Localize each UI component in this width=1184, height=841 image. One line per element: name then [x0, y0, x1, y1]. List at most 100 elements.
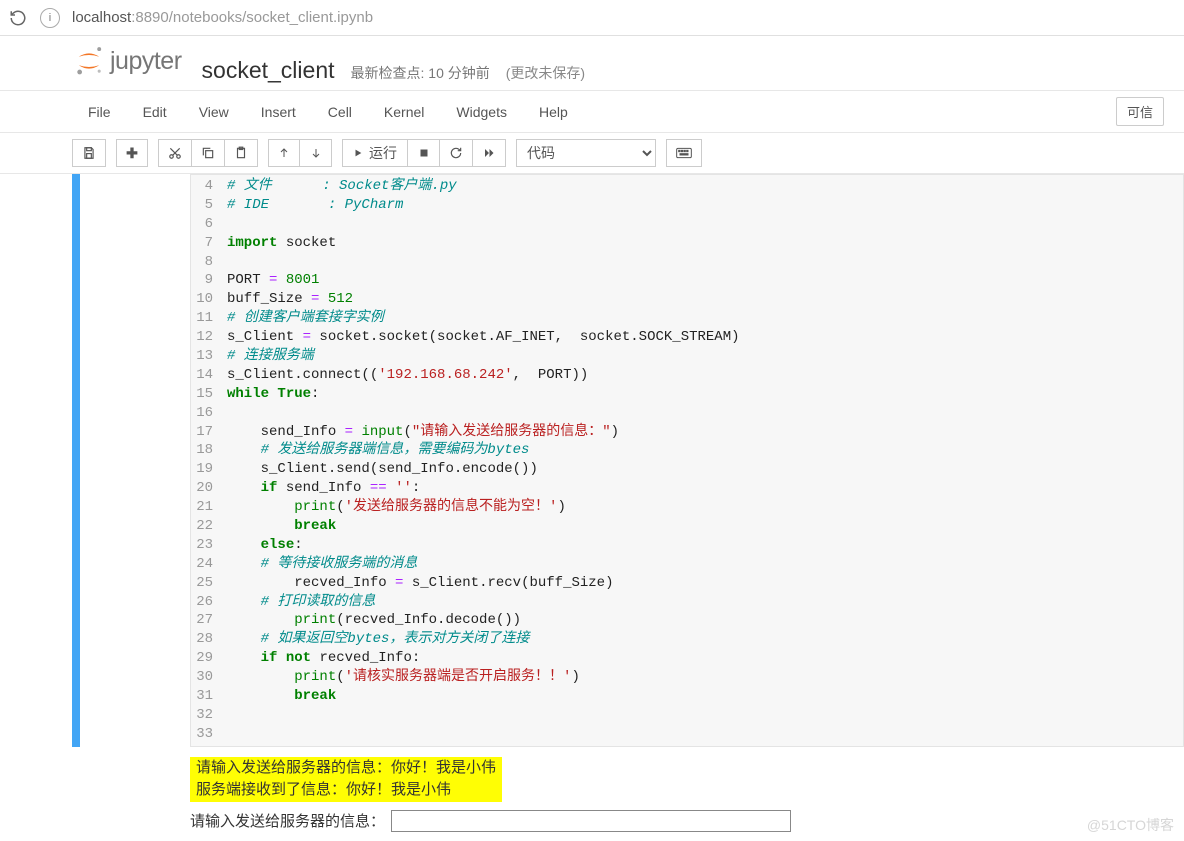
move-up-button[interactable]	[268, 139, 300, 167]
menu-cell[interactable]: Cell	[312, 98, 368, 126]
stdin-input[interactable]	[391, 810, 791, 832]
code-line[interactable]: 31 break	[191, 687, 1183, 706]
restart-run-all-button[interactable]	[473, 139, 506, 167]
stdin-prompt-row: 请输入发送给服务器的信息：	[190, 810, 1184, 832]
menu-bar: File Edit View Insert Cell Kernel Widget…	[0, 91, 1184, 133]
celltype-select[interactable]: 代码	[516, 139, 656, 167]
line-number: 20	[191, 479, 227, 498]
line-number: 16	[191, 404, 227, 423]
reload-icon[interactable]	[8, 8, 28, 28]
code-line[interactable]: 12s_Client = socket.socket(socket.AF_INE…	[191, 328, 1183, 347]
line-number: 24	[191, 555, 227, 574]
line-number: 13	[191, 347, 227, 366]
code-line[interactable]: 24 # 等待接收服务端的消息	[191, 555, 1183, 574]
restart-button[interactable]	[440, 139, 473, 167]
line-number: 6	[191, 215, 227, 234]
code-line[interactable]: 30 print('请核实服务器端是否开启服务！！')	[191, 668, 1183, 687]
line-number: 21	[191, 498, 227, 517]
menu-file[interactable]: File	[72, 98, 127, 126]
line-number: 27	[191, 611, 227, 630]
line-number: 30	[191, 668, 227, 687]
code-line[interactable]: 18 # 发送给服务器端信息，需要编码为bytes	[191, 441, 1183, 460]
copy-button[interactable]	[192, 139, 225, 167]
paste-button[interactable]	[225, 139, 258, 167]
line-number: 8	[191, 253, 227, 272]
line-number: 18	[191, 441, 227, 460]
line-number: 33	[191, 725, 227, 744]
logo-text: jupyter	[110, 47, 182, 76]
menu-widgets[interactable]: Widgets	[440, 98, 523, 126]
output-line: 请输入发送给服务器的信息：你好！我是小伟	[196, 757, 496, 780]
run-button[interactable]: 运行	[342, 139, 408, 167]
browser-address-bar: i localhost:8890/notebooks/socket_client…	[0, 0, 1184, 36]
line-number: 12	[191, 328, 227, 347]
code-line[interactable]: 20 if send_Info == '':	[191, 479, 1183, 498]
jupyter-logo[interactable]: jupyter	[72, 44, 182, 78]
code-line[interactable]: 5# IDE : PyCharm	[191, 196, 1183, 215]
interrupt-button[interactable]	[408, 139, 440, 167]
line-number: 11	[191, 309, 227, 328]
line-number: 23	[191, 536, 227, 555]
code-line[interactable]: 14s_Client.connect(('192.168.68.242', PO…	[191, 366, 1183, 385]
code-line[interactable]: 15while True:	[191, 385, 1183, 404]
code-line[interactable]: 29 if not recved_Info:	[191, 649, 1183, 668]
code-line[interactable]: 27 print(recved_Info.decode())	[191, 611, 1183, 630]
info-icon[interactable]: i	[40, 8, 60, 28]
code-line[interactable]: 21 print('发送给服务器的信息不能为空！')	[191, 498, 1183, 517]
command-palette-button[interactable]	[666, 139, 702, 167]
menu-view[interactable]: View	[183, 98, 245, 126]
code-line[interactable]: 13# 连接服务端	[191, 347, 1183, 366]
code-cell[interactable]: 4# 文件 : Socket客户端.py5# IDE : PyCharm67im…	[72, 174, 1184, 747]
checkpoint-status: 最新检查点: 10 分钟前	[351, 63, 490, 83]
code-line[interactable]: 28 # 如果返回空bytes，表示对方关闭了连接	[191, 630, 1183, 649]
menu-help[interactable]: Help	[523, 98, 584, 126]
input-prompt	[80, 174, 190, 747]
line-number: 5	[191, 196, 227, 215]
output-area: 请输入发送给服务器的信息：你好！我是小伟 服务端接收到了信息：你好！我是小伟 请…	[80, 747, 1184, 832]
code-line[interactable]: 25 recved_Info = s_Client.recv(buff_Size…	[191, 574, 1183, 593]
code-line[interactable]: 9PORT = 8001	[191, 271, 1183, 290]
code-line[interactable]: 23 else:	[191, 536, 1183, 555]
trusted-indicator[interactable]: 可信	[1116, 97, 1164, 126]
line-number: 17	[191, 423, 227, 442]
save-button[interactable]	[72, 139, 106, 167]
code-line[interactable]: 32	[191, 706, 1183, 725]
line-number: 15	[191, 385, 227, 404]
line-number: 29	[191, 649, 227, 668]
insert-cell-button[interactable]: ✚	[116, 139, 148, 167]
line-number: 31	[191, 687, 227, 706]
cut-button[interactable]	[158, 139, 192, 167]
line-number: 14	[191, 366, 227, 385]
url[interactable]: localhost:8890/notebooks/socket_client.i…	[72, 9, 373, 26]
stdin-prompt-label: 请输入发送给服务器的信息：	[190, 810, 385, 831]
menu-edit[interactable]: Edit	[127, 98, 183, 126]
line-number: 10	[191, 290, 227, 309]
code-line[interactable]: 8	[191, 253, 1183, 272]
code-line[interactable]: 11# 创建客户端套接字实例	[191, 309, 1183, 328]
notebook-name[interactable]: socket_client	[202, 57, 335, 84]
line-number: 25	[191, 574, 227, 593]
jupyter-header: jupyter socket_client 最新检查点: 10 分钟前 (更改未…	[0, 36, 1184, 91]
code-line[interactable]: 16	[191, 404, 1183, 423]
code-line[interactable]: 33	[191, 725, 1183, 744]
line-number: 7	[191, 234, 227, 253]
line-number: 26	[191, 593, 227, 612]
code-line[interactable]: 22 break	[191, 517, 1183, 536]
code-editor[interactable]: 4# 文件 : Socket客户端.py5# IDE : PyCharm67im…	[190, 174, 1184, 747]
line-number: 28	[191, 630, 227, 649]
code-line[interactable]: 19 s_Client.send(send_Info.encode())	[191, 460, 1183, 479]
code-line[interactable]: 4# 文件 : Socket客户端.py	[191, 177, 1183, 196]
move-down-button[interactable]	[300, 139, 332, 167]
cell-selected-bar	[72, 174, 80, 747]
run-button-label: 运行	[369, 143, 397, 163]
menu-kernel[interactable]: Kernel	[368, 98, 440, 126]
code-line[interactable]: 6	[191, 215, 1183, 234]
toolbar: ✚ 运行	[0, 133, 1184, 174]
code-line[interactable]: 17 send_Info = input("请输入发送给服务器的信息：")	[191, 423, 1183, 442]
watermark: @51CTO博客	[1087, 815, 1174, 835]
line-number: 22	[191, 517, 227, 536]
menu-insert[interactable]: Insert	[245, 98, 312, 126]
code-line[interactable]: 26 # 打印读取的信息	[191, 593, 1183, 612]
code-line[interactable]: 7import socket	[191, 234, 1183, 253]
code-line[interactable]: 10buff_Size = 512	[191, 290, 1183, 309]
